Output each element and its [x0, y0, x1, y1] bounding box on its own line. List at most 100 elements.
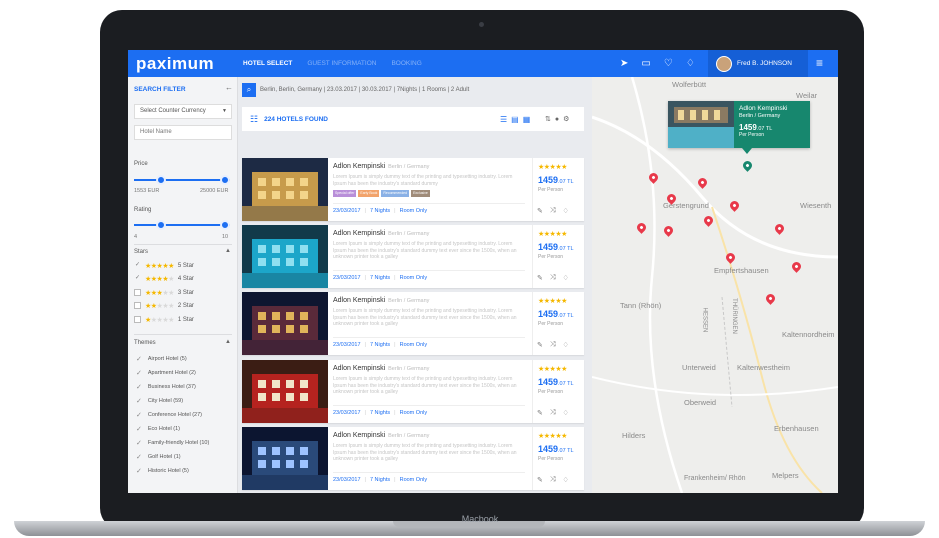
- price-max-handle[interactable]: [220, 175, 230, 185]
- arrow-left-icon[interactable]: ←: [225, 83, 233, 92]
- alarm-icon[interactable]: ♢: [562, 207, 568, 215]
- hotel-name[interactable]: Adlon Kempinski Berlin / Germany: [333, 297, 429, 304]
- hotel-photo[interactable]: [242, 360, 328, 423]
- hotel-price[interactable]: 1459.07 TL: [538, 377, 574, 387]
- hotel-card[interactable]: Adlon Kempinski Berlin / Germany Lorem Ip…: [242, 427, 584, 490]
- user-menu[interactable]: Fred B. JOHNSON: [708, 50, 808, 77]
- price-value: 1459: [538, 377, 559, 387]
- hotel-photo[interactable]: [242, 158, 328, 221]
- hotel-tag: Early Book: [358, 190, 380, 197]
- compact-view-icon[interactable]: ▤: [511, 115, 519, 124]
- map-view[interactable]: Wolferbütt Weilar Gerstengrund Wiesenth …: [592, 77, 838, 493]
- currency-select[interactable]: Select Counter Currency ▼: [134, 104, 232, 119]
- step-guest-information[interactable]: GUEST INFORMATION: [305, 60, 389, 67]
- hamburger-menu-icon[interactable]: ≡: [816, 56, 823, 70]
- hotel-price[interactable]: 1459.07 TL: [538, 242, 574, 252]
- hotel-name[interactable]: Adlon Kempinski Berlin / Germany: [333, 163, 429, 170]
- hotel-card[interactable]: Adlon Kempinski Berlin / Germany Lorem Ip…: [242, 292, 584, 355]
- theme-item[interactable]: ✓ Airport Hotel (5): [136, 353, 187, 365]
- theme-item[interactable]: ✓ Historic Hotel (5): [136, 465, 189, 477]
- hotel-photo[interactable]: [242, 427, 328, 490]
- alarm-icon[interactable]: ♢: [562, 476, 568, 484]
- price-min-handle[interactable]: [156, 175, 166, 185]
- collapse-icon[interactable]: ▲: [225, 339, 231, 345]
- edit-icon[interactable]: ✎: [537, 476, 543, 484]
- alarm-icon[interactable]: ♢: [562, 409, 568, 417]
- bell-icon[interactable]: ♢: [686, 58, 695, 69]
- hotel-name[interactable]: Adlon Kempinski Berlin / Germany: [333, 365, 429, 372]
- alarm-icon[interactable]: ♢: [562, 341, 568, 349]
- hotel-card[interactable]: Adlon Kempinski Berlin / Germany Lorem Ip…: [242, 360, 584, 423]
- theme-item[interactable]: ✓ Conference Hotel (27): [136, 409, 202, 421]
- nights-count: 7 Nights: [369, 208, 391, 214]
- edit-icon[interactable]: ✎: [537, 207, 543, 215]
- shuffle-icon[interactable]: ⤨: [550, 341, 556, 349]
- hotel-photo[interactable]: [242, 225, 328, 288]
- sort-icon[interactable]: ⇅: [545, 115, 551, 123]
- price-min: 1553 EUR: [134, 188, 160, 194]
- hotel-price[interactable]: 1459.07 TL: [538, 309, 574, 319]
- edit-icon[interactable]: ✎: [537, 341, 543, 349]
- shuffle-icon[interactable]: ⤨: [550, 409, 556, 417]
- heart-icon[interactable]: ♡: [664, 58, 673, 69]
- map-region: HESSEN: [701, 307, 708, 333]
- theme-label: Airport Hotel (5): [147, 356, 187, 362]
- booking-steps: HOTEL SELECT GUEST INFORMATION BOOKING: [241, 50, 435, 77]
- theme-item[interactable]: ✓ Apartment Hotel (2): [136, 367, 196, 379]
- hotel-name[interactable]: Adlon Kempinski Berlin / Germany: [333, 432, 429, 439]
- info-icon[interactable]: ●: [555, 116, 559, 123]
- rating-max-handle[interactable]: [220, 220, 230, 230]
- hotel-name-input[interactable]: Hotel Name: [134, 125, 232, 140]
- map-hotel-popup[interactable]: Adlon Kempinski Berlin / Germany 1459.07…: [668, 101, 810, 148]
- shuffle-icon[interactable]: ⤨: [550, 476, 556, 484]
- edit-icon[interactable]: ✎: [537, 409, 543, 417]
- stay-details: 23/03/2017 | 7 Nights | Room Only: [333, 410, 428, 416]
- theme-item[interactable]: ✓ Eco Hotel (1): [136, 423, 180, 435]
- theme-item[interactable]: ✓ Business Hotel (37): [136, 381, 196, 393]
- checkbox-icon[interactable]: [134, 302, 141, 309]
- theme-label: Conference Hotel (27): [147, 412, 202, 418]
- filter-icon[interactable]: ☷: [250, 114, 258, 125]
- star-filter-1[interactable]: ★★★★★ 1 Star: [134, 314, 194, 325]
- alarm-icon[interactable]: ♢: [562, 274, 568, 282]
- shuffle-icon[interactable]: ⤨: [550, 274, 556, 282]
- theme-item[interactable]: ✓ City Hotel (59): [136, 395, 183, 407]
- send-icon[interactable]: ➤: [620, 58, 628, 69]
- checkbox-icon[interactable]: [134, 289, 141, 296]
- price-slider[interactable]: [134, 175, 230, 185]
- stars-3-icon: ★★★★★: [145, 289, 174, 297]
- star-filter-4[interactable]: ✓ ★★★★★ 4 Star: [134, 273, 194, 284]
- hotel-photo[interactable]: [242, 292, 328, 355]
- rating-min-handle[interactable]: [156, 220, 166, 230]
- step-booking[interactable]: BOOKING: [389, 60, 434, 67]
- step-hotel-select[interactable]: HOTEL SELECT: [241, 60, 305, 67]
- grid-view-icon[interactable]: ▦: [523, 115, 531, 124]
- checkbox-icon[interactable]: [134, 316, 141, 323]
- star-filter-3[interactable]: ★★★★★ 3 Star: [134, 287, 194, 298]
- star-filter-2[interactable]: ★★★★★ 2 Star: [134, 300, 194, 311]
- theme-item[interactable]: ✓ Golf Hotel (1): [136, 451, 181, 463]
- logo[interactable]: paximum: [136, 54, 214, 74]
- hotel-price[interactable]: 1459.07 TL: [538, 444, 574, 454]
- stars-4-icon: ★★★★★: [145, 275, 174, 283]
- hotel-card[interactable]: Adlon Kempinski Berlin / Germany Lorem Ip…: [242, 158, 584, 221]
- popup-per-person: Per Person: [739, 132, 765, 138]
- list-view-icon[interactable]: ☰: [500, 115, 507, 124]
- edit-icon[interactable]: ✎: [537, 274, 543, 282]
- checkbox-checked-icon[interactable]: ✓: [134, 275, 141, 282]
- star-filter-5[interactable]: ✓ ★★★★★ 5 Star: [134, 260, 194, 271]
- rating-slider[interactable]: [134, 220, 230, 230]
- map-town: Empfertshausen: [714, 266, 769, 275]
- user-name: Fred B. JOHNSON: [737, 60, 792, 67]
- cast-icon[interactable]: ▭: [641, 58, 650, 69]
- theme-item[interactable]: ✓ Family-friendly Hotel (10): [136, 437, 209, 449]
- hotel-name[interactable]: Adlon Kempinski Berlin / Germany: [333, 230, 429, 237]
- hotel-card[interactable]: Adlon Kempinski Berlin / Germany Lorem Ip…: [242, 225, 584, 288]
- search-icon[interactable]: ⌕: [242, 83, 256, 97]
- checkbox-checked-icon[interactable]: ✓: [134, 262, 141, 269]
- search-summary-bar[interactable]: ⌕ Berlin, Berlin, Germany | 23.03.2017 |…: [242, 82, 588, 98]
- settings-icon[interactable]: ⚙: [563, 115, 569, 123]
- collapse-icon[interactable]: ▲: [225, 248, 231, 254]
- shuffle-icon[interactable]: ⤨: [550, 207, 556, 215]
- hotel-price[interactable]: 1459.07 TL: [538, 175, 574, 185]
